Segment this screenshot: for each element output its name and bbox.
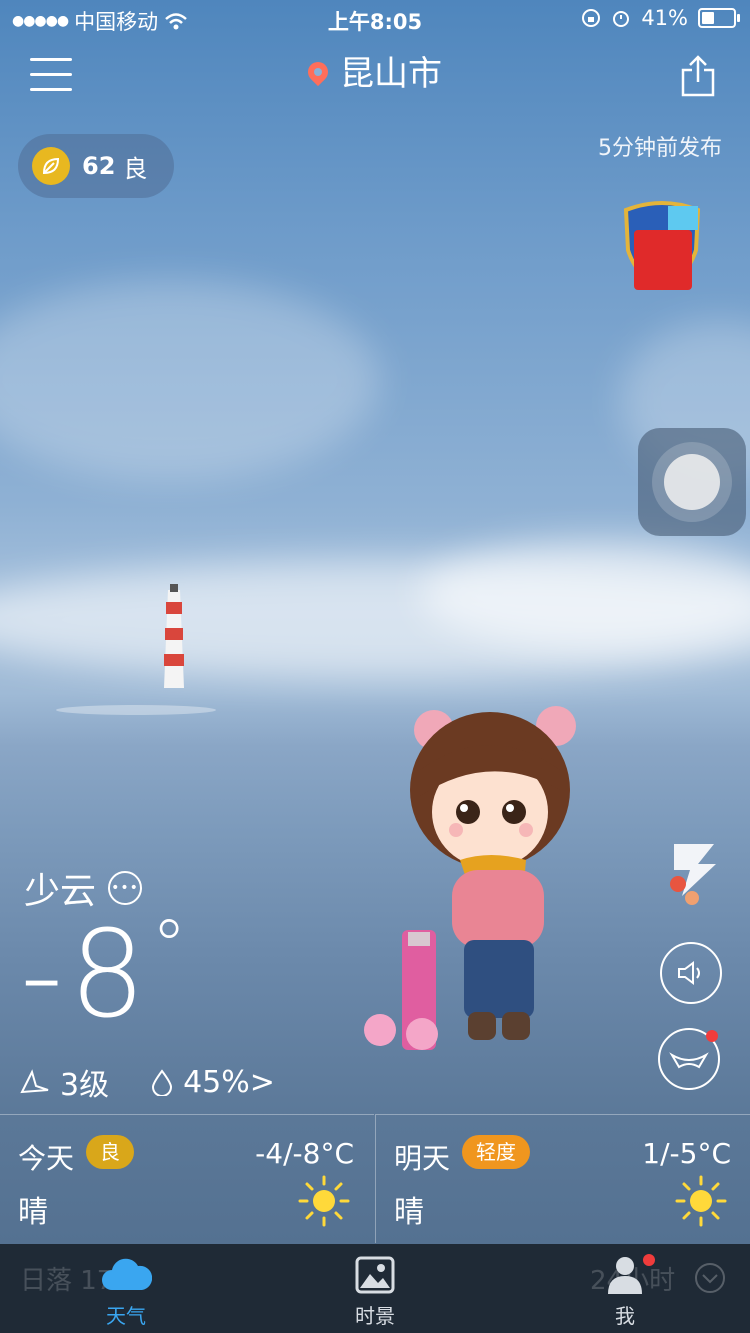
alarm-icon — [613, 11, 630, 27]
weather-screen: ●●●●● 中国移动 上午8:05 41% 昆山市 5分钟前发布 62 良 少云… — [0, 0, 750, 1333]
city-selector[interactable]: 昆山市 — [0, 46, 750, 95]
forecast-condition: 晴 — [18, 1195, 48, 1230]
speaker-icon — [678, 961, 700, 985]
tab-scenery[interactable]: 时景 — [315, 1244, 435, 1333]
humidity-drop-icon — [152, 1069, 173, 1096]
publish-time: 5分钟前发布 — [598, 136, 722, 161]
protection-red-packet-promo[interactable] — [616, 200, 708, 294]
voice-broadcast-button[interactable] — [660, 942, 722, 1004]
leaf-icon — [32, 147, 70, 185]
comment-icon[interactable]: ••• — [108, 871, 143, 905]
tab-me[interactable]: 我 — [565, 1244, 685, 1333]
wind-level: 3级 — [60, 1068, 110, 1103]
chevron-down-icon[interactable] — [694, 1262, 726, 1294]
degree-symbol: ° — [151, 905, 193, 987]
assistive-touch-button[interactable] — [638, 428, 746, 536]
tab-weather[interactable]: 天气 — [66, 1244, 186, 1333]
lighthouse-illustration — [56, 584, 216, 715]
temperature-range: -4/-8°C — [255, 1137, 354, 1170]
photo-icon — [355, 1256, 395, 1294]
status-bar: ●●●●● 中国移动 上午8:05 41% — [0, 0, 750, 40]
notification-dot — [643, 1254, 655, 1266]
wind-icon — [20, 1069, 49, 1094]
sun-icon — [298, 1175, 350, 1227]
forecast-day-label: 明天 — [394, 1142, 451, 1175]
tab-label: 天气 — [106, 1304, 146, 1328]
location-pin-icon — [303, 57, 333, 86]
humidity-value: 45%> — [183, 1064, 275, 1100]
air-quality-badge-tomorrow: 轻度 — [462, 1135, 530, 1169]
aqi-level: 良 — [123, 154, 148, 183]
wind-humidity-row[interactable]: 3级 45%> — [18, 1060, 275, 1104]
air-quality-badge-today: 良 — [86, 1135, 134, 1169]
air-quality-badge[interactable]: 62 良 — [18, 134, 174, 198]
cloud-background — [0, 280, 380, 480]
forecast-condition: 晴 — [394, 1195, 424, 1230]
battery-percentage: 41% — [641, 6, 688, 30]
temperature-value: -8 — [20, 906, 152, 1045]
temperature-range: 1/-5°C — [642, 1137, 731, 1170]
forecast-day-label: 今天 — [18, 1142, 75, 1175]
sun-icon — [675, 1175, 727, 1227]
hat-icon — [669, 1052, 709, 1069]
forecast-tomorrow[interactable]: 明天 轻度 1/-5°C 晴 — [375, 1114, 750, 1243]
orientation-lock-icon — [582, 9, 601, 27]
tab-label: 我 — [615, 1304, 635, 1328]
aqi-value: 62 — [82, 152, 116, 180]
battery-icon — [698, 8, 740, 28]
tab-bar: 日落 17 24小时 天气 时景 我 — [0, 1244, 750, 1333]
forecast-today[interactable]: 今天 良 -4/-8°C 晴 — [0, 1114, 374, 1243]
city-name: 昆山市 — [340, 54, 442, 94]
current-temperature: -8° — [20, 911, 193, 1036]
mascot-ad-icon[interactable] — [664, 834, 724, 906]
tab-label: 时景 — [355, 1304, 395, 1328]
share-icon[interactable] — [680, 54, 716, 98]
character-illustration — [364, 706, 576, 1050]
cloud-icon — [102, 1258, 152, 1290]
profile-icon — [608, 1257, 642, 1294]
notification-dot — [706, 1030, 718, 1042]
